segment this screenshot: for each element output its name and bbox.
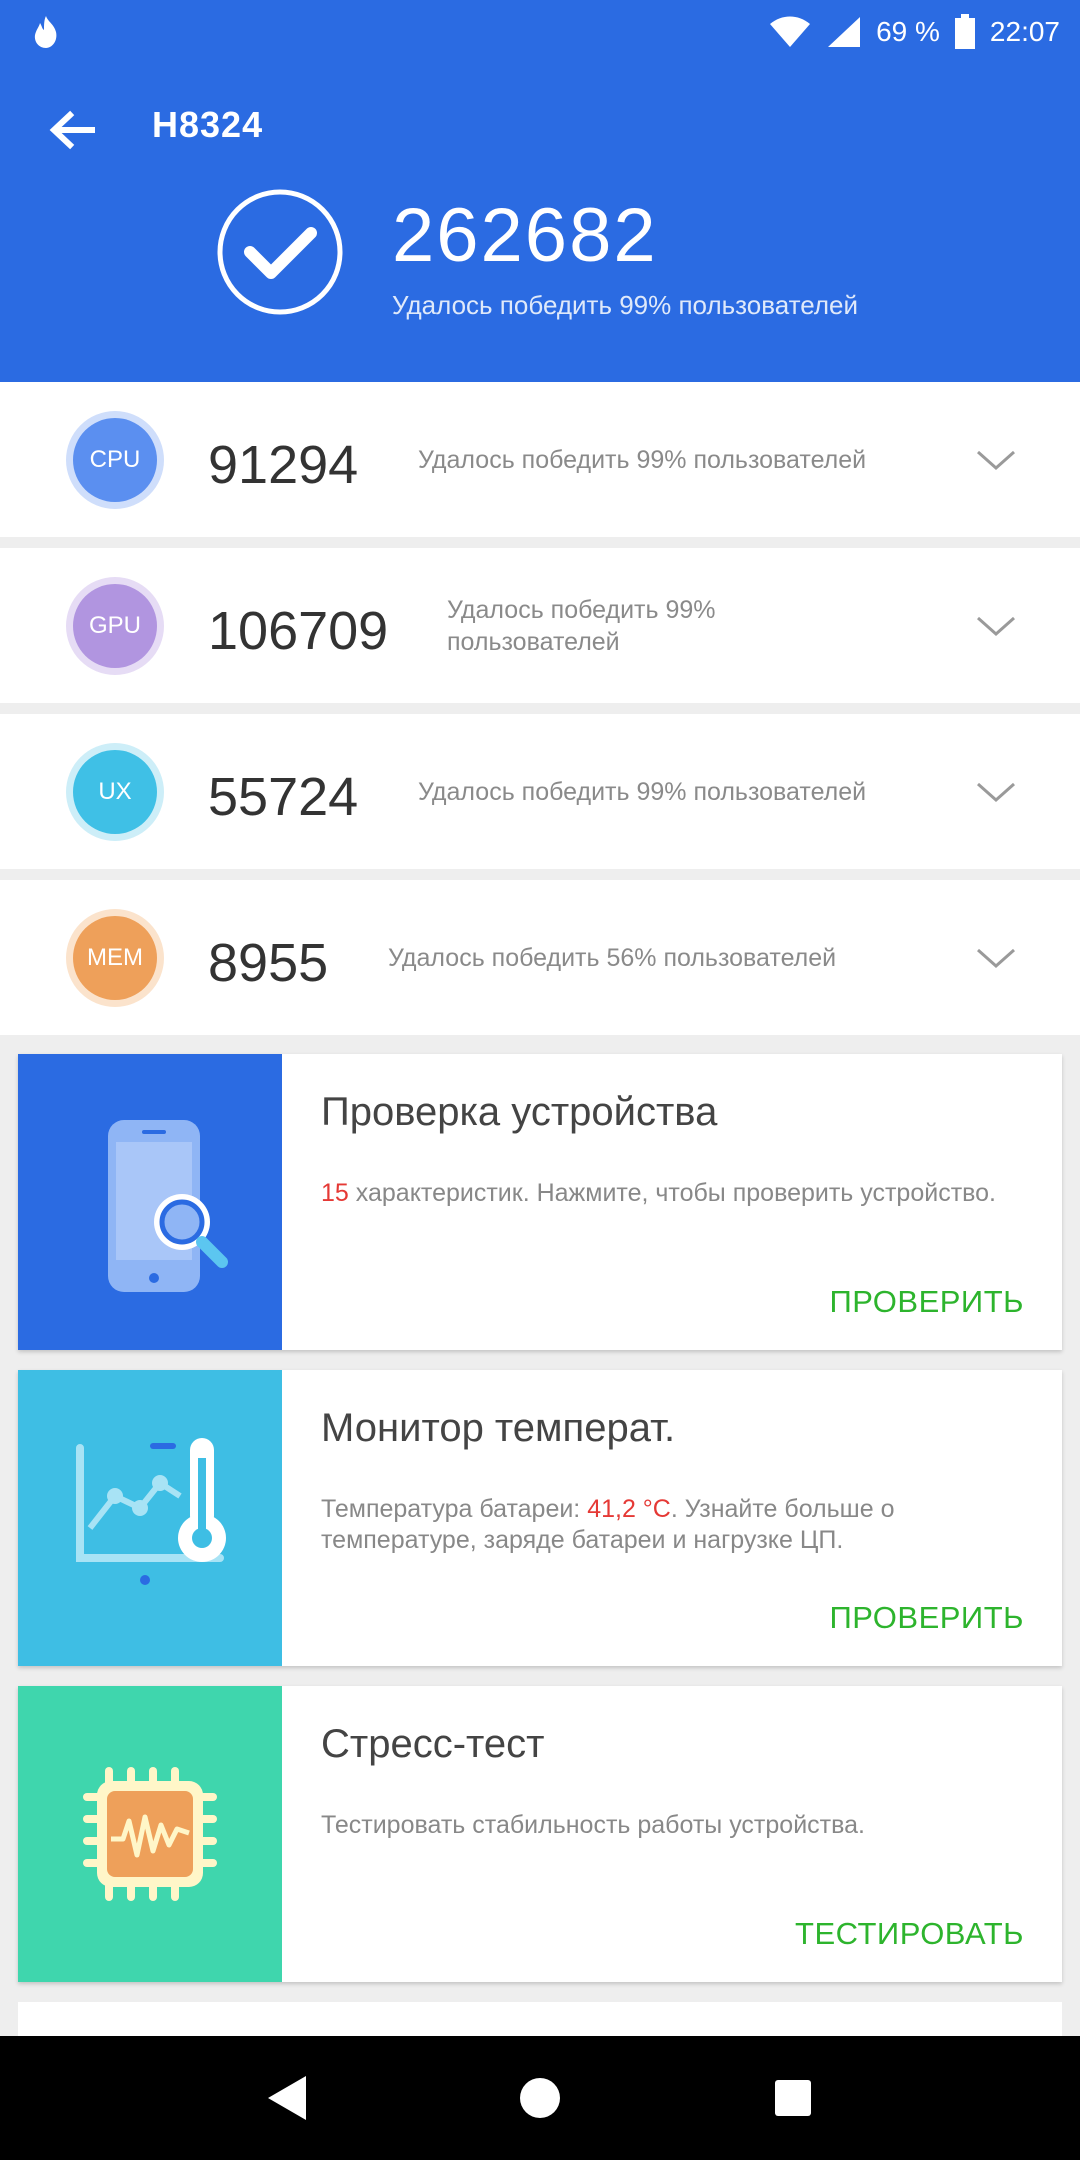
temperature-chart-icon [76,1438,226,1585]
chevron-down-icon[interactable] [974,936,1018,980]
chevron-down-icon[interactable] [974,770,1018,814]
score-row-gpu[interactable]: GPU 106709 Удалось победить 99% пользова… [0,548,1080,703]
gpu-score-description: Удалось победить 99% пользователей [447,595,716,656]
temperature-monitor-button[interactable]: ПРОВЕРИТЬ [830,1600,1024,1636]
wifi-icon [770,16,811,47]
device-check-art [18,1054,282,1350]
device-name: H8324 [152,104,264,145]
ux-score-description: Удалось победить 99% пользователей [418,777,867,806]
phone-search-icon [108,1120,228,1292]
nav-back-button[interactable] [247,2058,327,2138]
temperature-monitor-art [18,1370,282,1666]
cpu-score-description: Удалось победить 99% пользователей [418,445,867,474]
check-circle-icon [217,189,343,315]
ux-badge: UX [66,743,164,841]
score-row-ux[interactable]: UX 55724 Удалось победить 99% пользовате… [0,714,1080,869]
device-check-description: 15 характеристик. Нажмите, чтобы провери… [321,1179,997,1207]
triangle-back-icon [267,2076,306,2120]
score-row-cpu[interactable]: CPU 91294 Удалось победить 99% пользоват… [0,382,1080,537]
battery-icon [954,14,975,49]
circle-home-icon [519,2078,560,2118]
stress-test-art [18,1686,282,1982]
back-button[interactable] [40,98,104,162]
mem-badge: MEM [66,909,164,1007]
signal-icon [828,17,861,47]
chevron-down-icon[interactable] [974,438,1018,482]
cpu-chip-icon [83,1767,217,1901]
square-recents-icon [775,2080,812,2116]
stress-test-title: Стресс-тест [321,1722,545,1766]
next-card-peek [18,2002,1062,2036]
device-check-title: Проверка устройства [321,1090,718,1134]
clock: 22:07 [989,16,1060,47]
temperature-monitor-description: Температура батареи: 41,2 °C. Узнайте бо… [321,1495,895,1554]
stress-test-button[interactable]: ТЕСТИРОВАТЬ [795,1916,1024,1952]
stress-test-description: Тестировать стабильность работы устройст… [321,1811,865,1839]
temperature-monitor-title: Монитор температ. [321,1406,676,1450]
battery-percent: 69 % [876,16,940,47]
mem-score: 8955 [208,933,329,993]
nav-home-button[interactable] [500,2058,580,2138]
ux-score: 55724 [208,767,359,827]
system-nav-bar [0,2036,1080,2160]
result-header: H8324 262682 Удалось победить 99% пользо… [0,64,1080,382]
total-score: 262682 [392,193,658,278]
back-arrow-icon [49,110,95,150]
cpu-badge: CPU [66,411,164,509]
gpu-score: 106709 [208,601,389,661]
status-bar: 69 % 22:07 [0,0,1080,64]
nav-recents-button[interactable] [753,2058,833,2138]
total-score-description: Удалось победить 99% пользователей [392,290,859,320]
device-check-button[interactable]: ПРОВЕРИТЬ [830,1284,1024,1320]
stress-test-card[interactable]: Стресс-тест Тестировать стабильность раб… [18,1686,1062,1982]
cpu-score: 91294 [208,435,359,495]
device-check-card[interactable]: Проверка устройства 15 характеристик. На… [18,1054,1062,1350]
temperature-monitor-card[interactable]: Монитор температ. Температура батареи: 4… [18,1370,1062,1666]
gpu-badge: GPU [66,577,164,675]
flame-icon [34,16,57,48]
chevron-down-icon[interactable] [974,604,1018,648]
score-row-mem[interactable]: MEM 8955 Удалось победить 56% пользовате… [0,880,1080,1035]
mem-score-description: Удалось победить 56% пользователей [388,943,837,972]
